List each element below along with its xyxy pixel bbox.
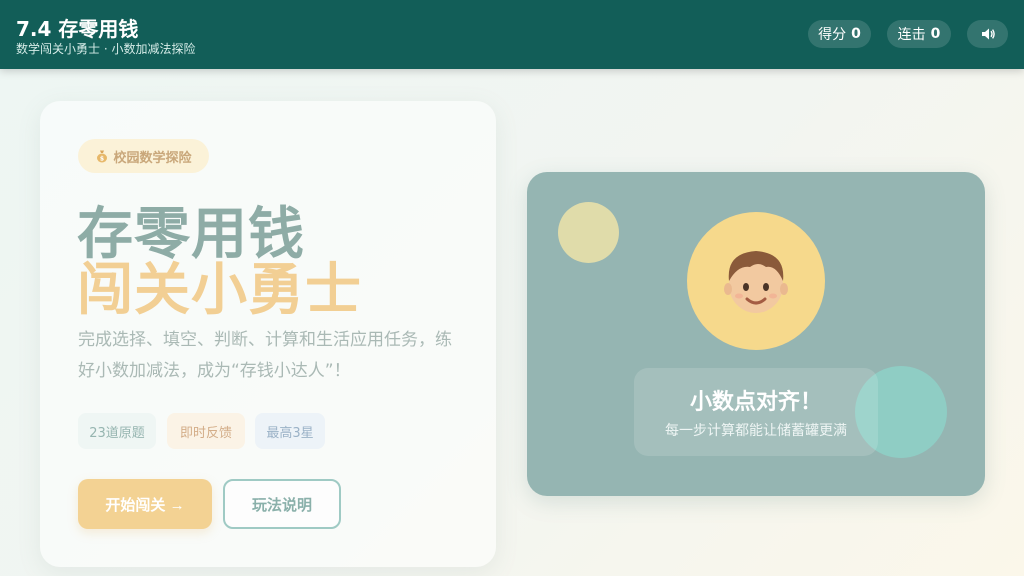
tag-question-count: 23道原题	[78, 413, 156, 449]
tip-subtitle: 每一步计算都能让储蓄罐更满	[665, 423, 847, 439]
boy-face-icon	[724, 251, 788, 313]
money-bag-icon: $	[97, 150, 108, 163]
tip-bubble: 小数点对齐！ 每一步计算都能让储蓄罐更满	[634, 368, 878, 456]
hero-title-highlight: 闯关小勇士	[77, 258, 362, 323]
intro-description: 完成选择、填空、判断、计算和生活应用任务，练好小数加减法，成为“存钱小达人”！	[78, 330, 452, 381]
combo-label: 连击	[897, 27, 926, 43]
top-bar: 7.4 存零用钱 数学闯关小勇士 · 小数加减法探险 得分 0 连击 0	[0, 0, 1024, 69]
mascot-panel: 小数点对齐！ 每一步计算都能让储蓄罐更满	[527, 172, 985, 496]
score-label: 得分	[818, 27, 847, 43]
help-button[interactable]: 玩法说明	[223, 479, 341, 529]
svg-text:$: $	[100, 156, 104, 163]
intro-card: $ 校园数学探险 存零用钱 闯关小勇士 完成选择、填空、判断、计算和生活应用任务…	[40, 101, 496, 567]
combo-display: 连击 0	[887, 20, 951, 48]
sound-toggle-button[interactable]	[967, 20, 1008, 48]
badge-text: 校园数学探险	[113, 150, 192, 166]
decor-circle-yellow	[558, 202, 619, 263]
score-display: 得分 0	[808, 20, 871, 48]
tag-max-stars: 最高3星	[255, 413, 325, 449]
speaker-icon	[981, 28, 995, 40]
start-button[interactable]: 开始闯关 →	[78, 479, 212, 529]
score-value: 0	[851, 26, 861, 42]
tip-title: 小数点对齐！	[689, 390, 822, 415]
avatar	[687, 212, 825, 350]
category-badge: $ 校园数学探险	[78, 139, 209, 173]
page-title: 7.4 存零用钱	[16, 17, 139, 41]
combo-value: 0	[930, 26, 941, 42]
tag-instant-feedback: 即时反馈	[167, 413, 245, 449]
page-subtitle: 数学闯关小勇士 · 小数加减法探险	[16, 42, 196, 56]
